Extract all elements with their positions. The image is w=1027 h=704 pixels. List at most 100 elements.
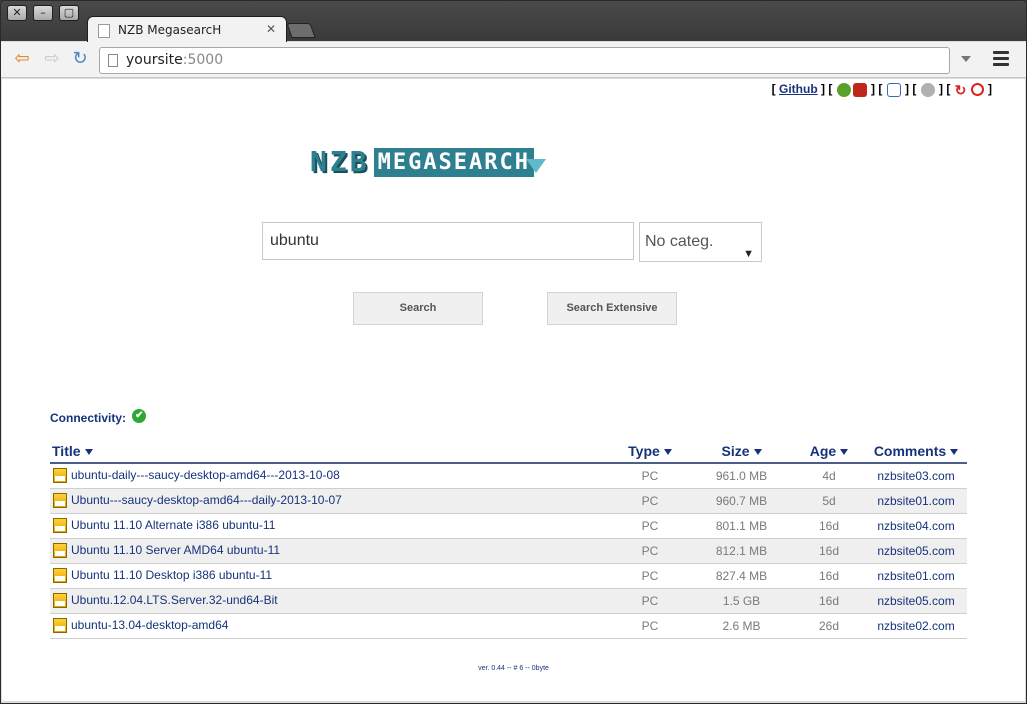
github-link[interactable]: Github bbox=[779, 82, 818, 96]
row-age: 5d bbox=[793, 488, 865, 514]
shutdown-icon[interactable] bbox=[970, 83, 984, 97]
logo-arrow-icon bbox=[526, 159, 547, 173]
row-size: 961.0 MB bbox=[690, 463, 793, 489]
header-size[interactable]: Size bbox=[690, 439, 793, 464]
table-row: Ubuntu.12.04.LTS.Server.32-und64-Bit PC … bbox=[50, 588, 967, 614]
header-title[interactable]: Title bbox=[50, 439, 610, 464]
check-icon: ✔ bbox=[132, 409, 147, 423]
header-age[interactable]: Age bbox=[793, 439, 865, 464]
header-type[interactable]: Type bbox=[610, 439, 690, 464]
minimize-window-button[interactable]: – bbox=[33, 5, 53, 21]
row-age: 16d bbox=[793, 538, 865, 564]
sabnzbd-icon[interactable] bbox=[836, 82, 851, 97]
row-age: 26d bbox=[793, 613, 865, 639]
sort-arrow-icon bbox=[84, 448, 93, 455]
row-comments-link[interactable]: nzbsite01.com bbox=[865, 563, 967, 589]
sort-arrow-icon bbox=[753, 448, 762, 455]
nzb-file-icon[interactable] bbox=[53, 518, 67, 534]
row-age: 16d bbox=[793, 513, 865, 539]
row-title[interactable]: Ubuntu---saucy-desktop-amd64---daily-201… bbox=[50, 488, 610, 514]
row-comments-link[interactable]: nzbsite05.com bbox=[865, 538, 967, 564]
nzb-file-icon[interactable] bbox=[53, 568, 67, 584]
maximize-window-button[interactable]: ▢ bbox=[59, 5, 79, 21]
browser-menu-icon[interactable] bbox=[993, 51, 1009, 67]
row-size: 960.7 MB bbox=[690, 488, 793, 514]
row-size: 827.4 MB bbox=[690, 563, 793, 589]
nzb-file-icon[interactable] bbox=[53, 468, 67, 484]
row-comments-link[interactable]: nzbsite05.com bbox=[865, 588, 967, 614]
row-comments-link[interactable]: nzbsite04.com bbox=[865, 513, 967, 539]
page-icon bbox=[108, 54, 118, 67]
edit-icon[interactable] bbox=[886, 82, 901, 97]
table-row: Ubuntu---saucy-desktop-amd64---daily-201… bbox=[50, 488, 967, 514]
row-size: 1.5 GB bbox=[690, 588, 793, 614]
results-table: Title Type Size Age Comments ubuntu-dail… bbox=[50, 439, 967, 639]
nzb-file-icon[interactable] bbox=[53, 543, 67, 559]
category-selected-value: No categ. bbox=[645, 233, 714, 250]
row-type: PC bbox=[610, 588, 690, 614]
forward-arrow-icon[interactable]: ⇨ bbox=[41, 50, 63, 70]
row-comments-link[interactable]: nzbsite03.com bbox=[865, 463, 967, 489]
header-comments[interactable]: Comments bbox=[865, 439, 967, 464]
row-age: 16d bbox=[793, 588, 865, 614]
row-title[interactable]: Ubuntu 11.10 Desktop i386 ubuntu-11 bbox=[50, 563, 610, 589]
close-window-button[interactable]: ✕ bbox=[7, 5, 27, 21]
table-row: Ubuntu 11.10 Server AMD64 ubuntu-11 PC 8… bbox=[50, 538, 967, 564]
search-input[interactable]: ubuntu bbox=[262, 222, 634, 260]
page-content: [ Github ] [ ] [ ] [ ] [ ↻ ] NZB MEGASEAR… bbox=[2, 79, 1025, 701]
row-type: PC bbox=[610, 513, 690, 539]
connectivity-label: Connectivity: bbox=[50, 411, 127, 425]
restart-icon[interactable]: ↻ bbox=[955, 83, 969, 97]
row-age: 16d bbox=[793, 563, 865, 589]
sort-arrow-icon bbox=[663, 448, 672, 455]
browser-toolbar: ⇦ ⇨ ↻ yoursite:5000 bbox=[1, 42, 1026, 78]
row-size: 812.1 MB bbox=[690, 538, 793, 564]
reload-icon[interactable]: ↻ bbox=[69, 50, 91, 70]
download-icon[interactable] bbox=[852, 82, 867, 97]
row-type: PC bbox=[610, 538, 690, 564]
version-footer: ver. 0.44 -- # 6 -- 0byte bbox=[478, 665, 549, 672]
tab-title: NZB MegasearcH bbox=[118, 23, 222, 37]
settings-gear-icon[interactable] bbox=[920, 82, 935, 97]
browser-tab[interactable]: NZB MegasearcH ✕ bbox=[87, 16, 287, 43]
back-arrow-icon[interactable]: ⇦ bbox=[11, 50, 33, 70]
new-tab-button[interactable] bbox=[286, 23, 316, 38]
table-row: ubuntu-daily---saucy-desktop-amd64---201… bbox=[50, 463, 967, 489]
table-header-row: Title Type Size Age Comments bbox=[50, 439, 967, 464]
row-type: PC bbox=[610, 563, 690, 589]
omnibox-dropdown-icon[interactable] bbox=[961, 56, 971, 62]
row-type: PC bbox=[610, 613, 690, 639]
chevron-down-icon: ▼ bbox=[743, 248, 754, 260]
category-select[interactable]: No categ. ▼ bbox=[639, 222, 762, 262]
row-title[interactable]: Ubuntu 11.10 Server AMD64 ubuntu-11 bbox=[50, 538, 610, 564]
browser-window: ✕ – ▢ NZB MegasearcH ✕ ⇦ ⇨ ↻ yoursite:50… bbox=[0, 0, 1027, 704]
row-title[interactable]: Ubuntu.12.04.LTS.Server.32-und64-Bit bbox=[50, 588, 610, 614]
row-comments-link[interactable]: nzbsite02.com bbox=[865, 613, 967, 639]
page-favicon-icon bbox=[98, 24, 110, 38]
nzb-file-icon[interactable] bbox=[53, 493, 67, 509]
connectivity-status: Connectivity: ✔ bbox=[50, 409, 147, 425]
nzb-file-icon[interactable] bbox=[53, 618, 67, 634]
sort-arrow-icon bbox=[840, 448, 849, 455]
title-bar: ✕ – ▢ NZB MegasearcH ✕ bbox=[1, 1, 1026, 43]
row-comments-link[interactable]: nzbsite01.com bbox=[865, 488, 967, 514]
url-text: yoursite:5000 bbox=[126, 52, 224, 68]
tab-close-icon[interactable]: ✕ bbox=[266, 22, 276, 36]
address-bar[interactable]: yoursite:5000 bbox=[99, 47, 950, 74]
search-extensive-button[interactable]: Search Extensive bbox=[547, 292, 677, 325]
sort-arrow-icon bbox=[950, 448, 959, 455]
nzb-file-icon[interactable] bbox=[53, 593, 67, 609]
row-title[interactable]: Ubuntu 11.10 Alternate i386 ubuntu-11 bbox=[50, 513, 610, 539]
table-row: Ubuntu 11.10 Desktop i386 ubuntu-11 PC 8… bbox=[50, 563, 967, 589]
row-title[interactable]: ubuntu-13.04-desktop-amd64 bbox=[50, 613, 610, 639]
table-row: Ubuntu 11.10 Alternate i386 ubuntu-11 PC… bbox=[50, 513, 967, 539]
row-age: 4d bbox=[793, 463, 865, 489]
logo-megasearch-text: MEGASEARCH bbox=[373, 148, 535, 177]
row-title[interactable]: ubuntu-daily---saucy-desktop-amd64---201… bbox=[50, 463, 610, 489]
top-links: [ Github ] [ ] [ ] [ ] [ ↻ ] bbox=[771, 81, 992, 98]
nzbmegasearch-logo: NZB MEGASEARCH bbox=[310, 145, 547, 181]
logo-nzb-text: NZB bbox=[310, 145, 370, 178]
table-row: ubuntu-13.04-desktop-amd64 PC 2.6 MB 26d… bbox=[50, 613, 967, 639]
search-button[interactable]: Search bbox=[353, 292, 483, 325]
row-type: PC bbox=[610, 488, 690, 514]
